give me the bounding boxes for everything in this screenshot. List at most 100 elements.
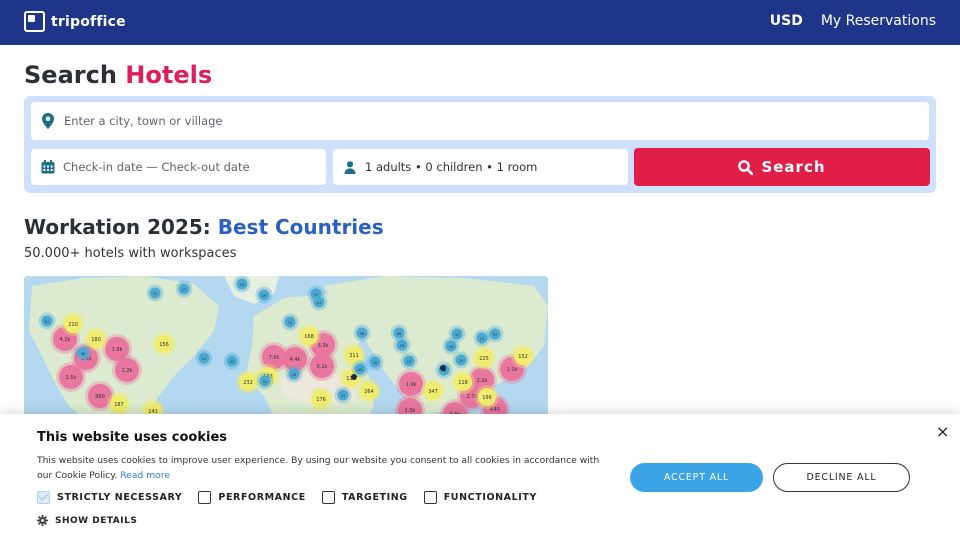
- option-label: PERFORMANCE: [218, 492, 306, 503]
- cluster-count: 152: [518, 354, 528, 360]
- cluster-count: 26: [292, 373, 296, 377]
- cluster-count: 22: [288, 321, 292, 325]
- cluster-count: 4.4k: [290, 357, 301, 363]
- read-more-link[interactable]: Read more: [120, 470, 170, 481]
- single-hotel-marker[interactable]: [440, 365, 446, 371]
- option-strictly-necessary[interactable]: STRICTLY NECESSARY: [37, 491, 182, 504]
- cluster-count: 225: [479, 356, 489, 362]
- cluster-count: 118: [458, 380, 468, 386]
- destination-field[interactable]: [31, 102, 929, 140]
- accept-all-button[interactable]: ACCEPT ALL: [630, 463, 763, 492]
- cluster-count: 264: [364, 389, 374, 395]
- section-title: Workation 2025: Best Countries: [24, 215, 384, 239]
- option-label: STRICTLY NECESSARY: [57, 492, 183, 503]
- dates-field[interactable]: [31, 149, 326, 185]
- person-icon: [344, 160, 356, 174]
- show-details-label: SHOW DETAILS: [55, 515, 138, 526]
- cookie-banner: This website uses cookies × This website…: [0, 414, 960, 540]
- cluster-count: 2.5k: [66, 375, 77, 381]
- cluster-count: 210: [68, 322, 78, 328]
- cluster-count: 19: [262, 294, 266, 298]
- cluster-count: 51: [263, 380, 267, 384]
- cluster-count: 66: [397, 332, 401, 336]
- map-pin-icon: [41, 113, 55, 129]
- page-title: Search Hotels: [24, 61, 212, 89]
- section-title-prefix: Workation 2025:: [24, 215, 211, 239]
- cluster-count: 29: [400, 344, 404, 348]
- cluster-count: 24: [459, 359, 464, 363]
- cluster-count: 311: [349, 353, 359, 359]
- cluster-count: 1.9k: [406, 382, 417, 388]
- currency-selector[interactable]: USD: [770, 13, 803, 29]
- cluster-count: 14: [202, 357, 207, 361]
- section-title-accent: Best Countries: [217, 215, 384, 239]
- calendar-icon: [41, 160, 55, 174]
- cluster-count: 73: [314, 293, 318, 297]
- cluster-count: 38: [360, 332, 364, 336]
- functionality-checkbox[interactable]: [423, 491, 437, 504]
- close-icon[interactable]: ×: [936, 422, 949, 441]
- cluster-count: 44: [449, 345, 454, 349]
- cluster-count: 4.2k: [60, 337, 71, 343]
- cluster-count: 5.1k: [317, 364, 328, 370]
- cluster-count: 7.6k: [269, 355, 280, 361]
- cluster-count: 62: [45, 320, 49, 324]
- my-reservations-link[interactable]: My Reservations: [821, 13, 936, 29]
- guests-selector[interactable]: 1 adults • 0 children • 1 room: [333, 149, 628, 185]
- guests-summary: 1 adults • 0 children • 1 room: [365, 160, 538, 174]
- cluster-count: 31: [455, 333, 459, 337]
- cluster-count: 3.3k: [318, 343, 329, 349]
- top-navbar: tripoffice USD My Reservations: [0, 0, 960, 45]
- cluster-count: 168: [304, 334, 314, 340]
- search-button[interactable]: Search: [634, 148, 930, 186]
- hotel-cluster-map[interactable]: 4.2k 3.1k 2.5k 1.8k 1.2k 980 4.4k 7.6k 5.1k 3.3k 2…: [24, 276, 548, 426]
- header-nav: USD My Reservations: [770, 13, 936, 29]
- cluster-count: 49: [358, 368, 362, 372]
- cookie-options: STRICTLY NECESSARY PERFORMANCE TARGETING…: [37, 491, 553, 504]
- strictly-necessary-checkbox[interactable]: [37, 491, 50, 504]
- decline-all-button[interactable]: DECLINE ALL: [773, 463, 910, 492]
- cluster-count: 347: [428, 389, 438, 395]
- cluster-count: 2.2k: [477, 378, 488, 384]
- destination-input[interactable]: [64, 114, 929, 128]
- gear-icon: [37, 515, 48, 526]
- option-targeting[interactable]: TARGETING: [321, 491, 408, 504]
- section-subtitle: 50.000+ hotels with workspaces: [24, 246, 237, 261]
- option-label: TARGETING: [341, 492, 408, 503]
- option-functionality[interactable]: FUNCTIONALITY: [423, 491, 537, 504]
- page-title-accent: Hotels: [125, 61, 213, 89]
- cluster-count: 15: [407, 360, 411, 364]
- page-title-prefix: Search: [24, 61, 117, 89]
- logo-mark-icon: [24, 11, 45, 32]
- logo-text: tripoffice: [51, 13, 126, 30]
- single-hotel-marker[interactable]: [351, 374, 357, 380]
- cluster-count: 1.8k: [112, 347, 123, 353]
- cluster-count: 48: [81, 352, 85, 356]
- cluster-count: 35: [153, 292, 157, 296]
- targeting-checkbox[interactable]: [321, 491, 335, 504]
- cookie-title: This website uses cookies: [37, 430, 228, 445]
- cluster-count: 187: [114, 402, 124, 408]
- cluster-count: 1.2k: [122, 368, 133, 374]
- cluster-count: 57: [493, 333, 497, 337]
- tripoffice-logo[interactable]: tripoffice: [24, 11, 126, 32]
- cluster-count: 27: [182, 288, 186, 292]
- cluster-count: 980: [95, 394, 105, 400]
- cluster-count: 180: [91, 337, 101, 343]
- cluster-count: 12: [480, 337, 484, 341]
- cluster-count: 176: [316, 397, 326, 403]
- cluster-count: 232: [243, 380, 253, 386]
- cluster-count: 54: [240, 283, 245, 287]
- show-details-toggle[interactable]: SHOW DETAILS: [37, 515, 137, 526]
- search-panel: 1 adults • 0 children • 1 room Search: [24, 96, 936, 193]
- cluster-count: 33: [341, 394, 345, 398]
- cookie-description: This website uses cookies to improve use…: [37, 453, 607, 483]
- cluster-count: 42: [230, 360, 234, 364]
- cluster-count: 156: [159, 342, 169, 348]
- option-performance[interactable]: PERFORMANCE: [198, 491, 305, 504]
- cluster-count: 18: [373, 361, 377, 365]
- option-label: FUNCTIONALITY: [443, 492, 537, 503]
- dates-input[interactable]: [63, 160, 326, 174]
- search-icon: [738, 159, 754, 175]
- performance-checkbox[interactable]: [198, 491, 212, 504]
